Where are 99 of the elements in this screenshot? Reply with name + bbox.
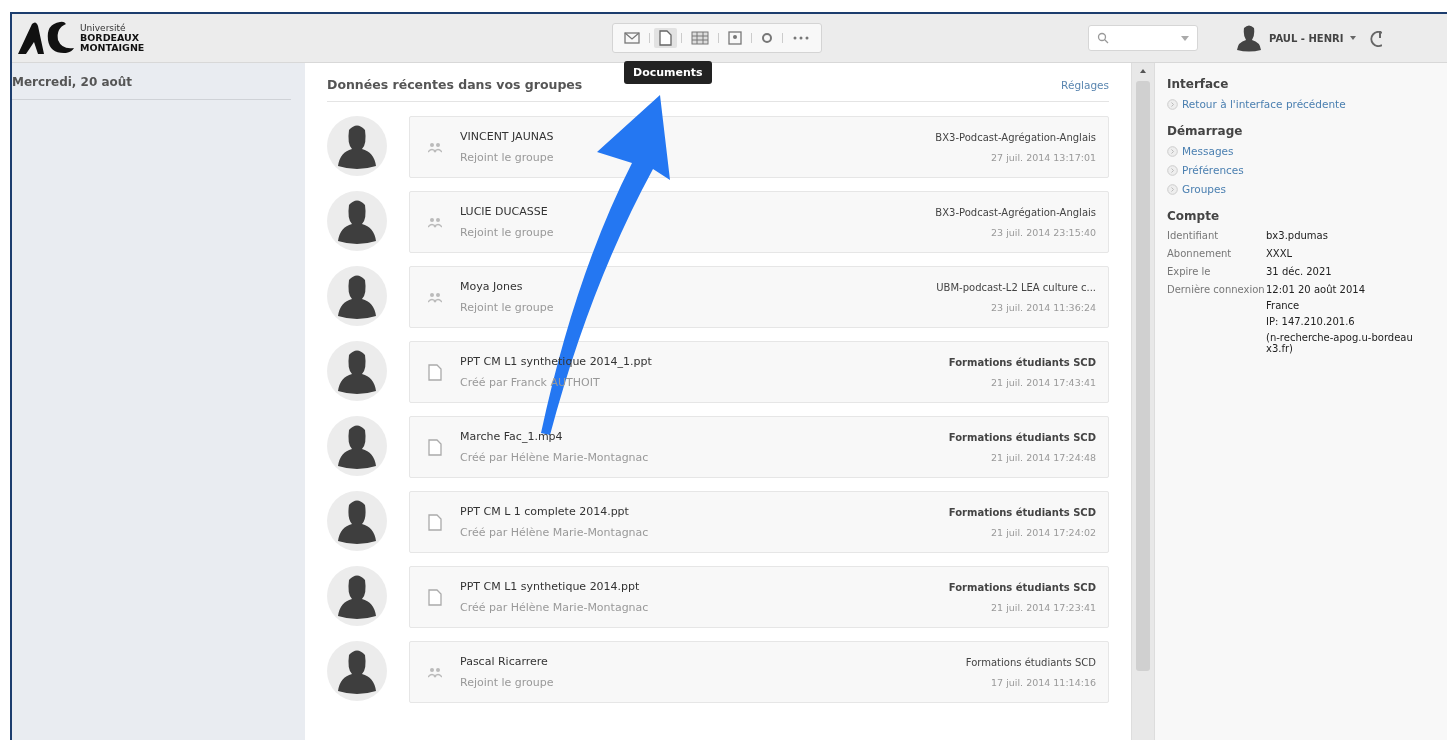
item-time: 17 juil. 2014 11:14:16 (991, 676, 1096, 688)
item-title: PPT CM L1 synthetique 2014.ppt (460, 580, 640, 593)
field-value: XXXL (1266, 248, 1294, 259)
group-name: BX3-Podcast-Agrégation-Anglais (935, 131, 1096, 143)
section-title: Compte (1167, 209, 1221, 223)
mail-icon (624, 32, 640, 44)
item-time: 21 juil. 2014 17:43:41 (991, 376, 1096, 388)
scroll-up-icon[interactable] (1140, 69, 1146, 73)
field-value: bx3.pdumas (1266, 230, 1329, 241)
contact-icon (728, 31, 742, 45)
user-menu[interactable]: PAUL - HENRI (1236, 24, 1357, 52)
activity-card[interactable]: VINCENT JAUNAS Rejoint le groupe BX3-Podcast-Agrégation-Anglais 27 juil. 2014 13:17:01 (409, 116, 1109, 178)
item-title: VINCENT JAUNAS (460, 130, 554, 143)
field-label: Dernière connexion (1167, 284, 1266, 297)
caret-icon (1181, 35, 1189, 41)
group-name: Formations étudiants SCD (948, 581, 1096, 593)
activity-card[interactable]: Pascal Ricarrere Rejoint le groupe Formations étudiants SCD 17 juil. 2014 11:14:16 (409, 641, 1109, 703)
item-time: 21 juil. 2014 17:23:41 (991, 601, 1096, 613)
settings-icon (761, 32, 773, 44)
group-icon (428, 141, 442, 153)
item-time: 21 juil. 2014 17:24:02 (991, 526, 1096, 538)
power-icon[interactable] (1370, 29, 1383, 47)
item-title: Moya Jones (460, 280, 523, 293)
file-icon (428, 363, 442, 381)
scrollbar[interactable] (1131, 63, 1155, 740)
panel-link[interactable]: Préférences (1167, 164, 1435, 176)
avatar-icon (327, 416, 387, 476)
avatar-icon (327, 266, 387, 326)
item-title: PPT CM L 1 complete 2014.ppt (460, 505, 629, 518)
field-value: (n-recherche-apog.u-bordeaux3.fr) (1266, 332, 1414, 354)
date-heading: Mercredi, 20 août (12, 75, 291, 100)
activity-card[interactable]: LUCIE DUCASSE Rejoint le groupe BX3-Podcast-Agrégation-Anglais 23 juil. 2014 23:15:40 (409, 191, 1109, 253)
field-value: France (1266, 300, 1301, 311)
field-label: Expire le (1167, 266, 1212, 277)
group-name: Formations étudiants SCD (965, 656, 1096, 668)
panel-link[interactable]: Retour à l'interface précédente (1167, 98, 1435, 110)
field-label: Identifiant (1167, 230, 1220, 241)
group-icon (428, 666, 442, 678)
group-name: Formations étudiants SCD (948, 356, 1096, 368)
item-subtitle: Créé par Hélène Marie-Montagnac (460, 526, 649, 539)
chevron-icon (1167, 183, 1178, 195)
avatar-icon (1236, 24, 1262, 52)
settings-link[interactable]: Réglages (1061, 78, 1109, 91)
calendar-icon (691, 31, 709, 45)
item-time: 21 juil. 2014 17:24:48 (991, 451, 1096, 463)
search-field[interactable] (1088, 25, 1198, 51)
search-icon (1097, 32, 1109, 44)
group-name: BX3-Podcast-Agrégation-Anglais (935, 206, 1096, 218)
avatar-icon (327, 491, 387, 551)
item-subtitle: Rejoint le groupe (460, 676, 554, 689)
file-icon (428, 588, 442, 606)
item-title: Marche Fac_1.mp4 (460, 430, 563, 443)
logo-icon (16, 20, 76, 56)
item-subtitle: Rejoint le groupe (460, 151, 554, 164)
field-label: Abonnement (1167, 248, 1233, 259)
feed-title: Données récentes dans vos groupes (327, 77, 583, 92)
caret-icon (1350, 36, 1357, 40)
section-title: Interface (1167, 77, 1230, 91)
avatar-icon (327, 341, 387, 401)
avatar-icon (327, 641, 387, 701)
group-icon (428, 291, 442, 303)
tooltip: Documents (624, 61, 712, 84)
panel-link[interactable]: Groupes (1167, 183, 1435, 195)
item-time: 27 juil. 2014 13:17:01 (991, 151, 1096, 163)
section-title: Démarrage (1167, 124, 1244, 138)
item-subtitle: Créé par Hélène Marie-Montagnac (460, 451, 649, 464)
field-value: IP: 147.210.201.6 (1266, 316, 1356, 327)
chevron-icon (1167, 164, 1178, 176)
logo-text: MONTAIGNE (80, 43, 145, 53)
item-time: 23 juil. 2014 23:15:40 (991, 226, 1096, 238)
item-title: LUCIE DUCASSE (460, 205, 548, 218)
document-button[interactable] (654, 28, 677, 48)
chevron-icon (1167, 145, 1178, 157)
activity-card[interactable]: Marche Fac_1.mp4 Créé par Hélène Marie-Montagnac Formations étudiants SCD 21 juil. 2014 17:24:48 (409, 416, 1109, 478)
item-subtitle: Rejoint le groupe (460, 301, 554, 314)
avatar-icon (327, 191, 387, 251)
field-value: 31 déc. 2021 (1266, 266, 1333, 277)
file-icon (659, 30, 672, 46)
activity-card[interactable]: PPT CM L 1 complete 2014.ppt Créé par Hélène Marie-Montagnac Formations étudiants SCD 21 juil. 2014 17:24:02 (409, 491, 1109, 553)
item-time: 23 juil. 2014 11:36:24 (991, 301, 1096, 313)
activity-card[interactable]: PPT CM L1 synthetique 2014.ppt Créé par Hélène Marie-Montagnac Formations étudiants SCD 21 juil. 2014 17:23:41 (409, 566, 1109, 628)
group-name: UBM-podcast-L2 LEA culture c... (936, 281, 1096, 293)
item-subtitle: Créé par Hélène Marie-Montagnac (460, 601, 649, 614)
logo-text: Université (80, 23, 127, 33)
logo-text: BORDEAUX (80, 33, 141, 43)
file-icon (428, 438, 442, 456)
group-name: Formations étudiants SCD (948, 506, 1096, 518)
item-title: Pascal Ricarrere (460, 655, 548, 668)
field-value: 12:01 20 août 2014 (1266, 284, 1367, 295)
file-icon (428, 513, 442, 531)
avatar-icon (327, 566, 387, 626)
more-icon (792, 36, 810, 40)
item-subtitle: Rejoint le groupe (460, 226, 554, 239)
panel-link[interactable]: Messages (1167, 145, 1435, 157)
avatar-icon (327, 116, 387, 176)
group-name: Formations étudiants SCD (948, 431, 1096, 443)
group-icon (428, 216, 442, 228)
activity-card[interactable]: Moya Jones Rejoint le groupe UBM-podcast-L2 LEA culture c... 23 juil. 2014 11:36:24 (409, 266, 1109, 328)
chevron-icon (1167, 98, 1178, 110)
